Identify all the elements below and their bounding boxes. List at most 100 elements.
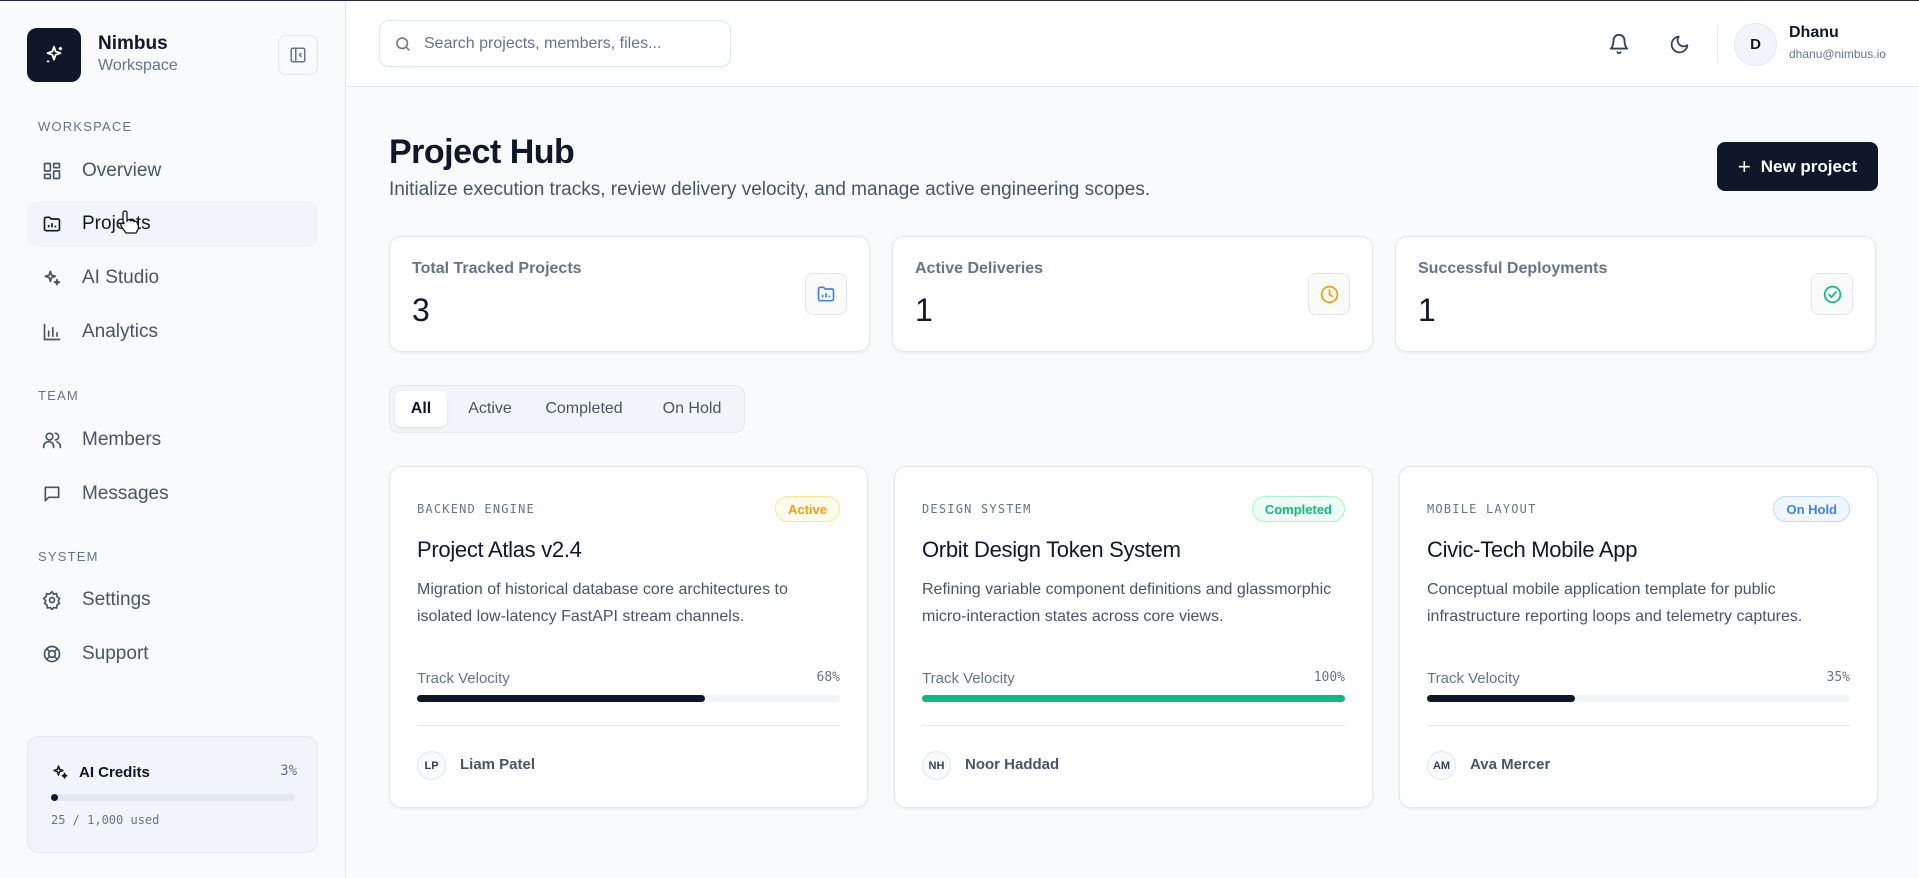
topbar: D Dhanu dhanu@nimbus.io [347,1,1919,87]
stat-card-successful-deployments: Successful Deployments 1 [1395,236,1876,352]
sidebar-item-settings[interactable]: Settings [27,577,318,623]
sidebar-item-label: Settings [82,589,151,610]
credits-percent: 3% [280,763,297,779]
project-category: DESIGN SYSTEM [922,502,1032,516]
project-title: Orbit Design Token System [922,537,1181,562]
velocity-progress [417,695,840,702]
velocity-percent: 100% [1313,670,1345,685]
tab-on-hold[interactable]: On Hold [644,391,740,427]
status-badge: Completed [1251,496,1345,522]
sidebar-item-label: Members [82,429,162,450]
stat-label: Successful Deployments [1418,260,1608,277]
velocity-progress [1427,695,1850,702]
message-icon [41,483,63,505]
sidebar-item-label: Overview [82,160,162,181]
page-title: Project Hub [389,133,575,171]
sidebar-item-overview[interactable]: Overview [27,148,318,194]
velocity-label: Track Velocity [1427,670,1520,687]
sidebar-item-analytics[interactable]: Analytics [27,309,318,355]
owner-avatar: LP [417,751,446,780]
sidebar-item-messages[interactable]: Messages [27,471,318,517]
user-email: dhanu@nimbus.io [1789,47,1886,61]
user-name[interactable]: Dhanu [1789,24,1839,42]
stat-card-active-deliveries: Active Deliveries 1 [892,236,1373,352]
owner-name: Noor Haddad [965,756,1060,773]
card-divider [922,725,1345,726]
owner-name: Ava Mercer [1470,756,1551,773]
stat-label: Total Tracked Projects [412,260,582,277]
project-title: Civic-Tech Mobile App [1427,537,1638,562]
project-card[interactable]: BACKEND ENGINE Active Project Atlas v2.4… [389,466,868,808]
search-icon [396,36,410,51]
tab-active[interactable]: Active [456,391,524,427]
sidebar-item-support[interactable]: Support [27,631,318,677]
stat-label: Active Deliveries [915,260,1044,277]
tab-all[interactable]: All [395,391,447,427]
stat-value: 3 [412,292,430,328]
tab-completed[interactable]: Completed [530,391,638,427]
sidebar-item-ai-studio[interactable]: AI Studio [27,255,318,301]
project-card[interactable]: DESIGN SYSTEM Completed Orbit Design Tok… [894,466,1373,808]
status-badge: On Hold [1773,496,1850,522]
panel-left-icon [290,47,306,63]
status-badge: Active [774,496,840,522]
nav-section-team: TEAM [38,388,79,403]
credits-progress [51,794,295,801]
nav-section-workspace: WORKSPACE [38,119,133,134]
collapse-sidebar-button[interactable] [278,35,318,75]
avatar[interactable]: D [1734,23,1777,66]
sparkles-logo-icon [27,28,81,82]
project-card[interactable]: MOBILE LAYOUT On Hold Civic-Tech Mobile … [1399,466,1878,808]
new-project-button[interactable]: + New project [1717,142,1878,191]
grid-icon [41,160,63,182]
clock-icon [1308,273,1350,315]
project-category: BACKEND ENGINE [417,502,535,516]
project-category: MOBILE LAYOUT [1427,502,1537,516]
lifebuoy-icon [41,643,63,665]
gear-icon [41,589,63,611]
project-description: Conceptual mobile application template f… [1427,581,1803,625]
brand-subtitle: Workspace [98,57,178,74]
notifications-button[interactable] [1603,28,1635,60]
velocity-percent: 68% [816,670,840,685]
credits-progress-fill [51,794,59,801]
moon-icon [1670,35,1688,53]
stat-value: 1 [1418,292,1436,328]
users-icon [41,429,63,451]
sidebar-item-label: Projects [82,213,151,234]
sidebar-item-projects[interactable]: Projects [27,201,318,247]
topbar-divider [1717,25,1718,63]
credits-title: AI Credits [79,763,150,781]
sidebar-item-label: Support [82,643,149,664]
velocity-percent: 35% [1826,670,1850,685]
project-title: Project Atlas v2.4 [417,537,582,562]
owner-name: Liam Patel [460,756,536,773]
status-filter-tabs: All Active Completed On Hold [389,385,745,433]
brand-name: Nimbus [98,33,168,54]
sidebar-item-label: Analytics [82,321,159,342]
project-description: Migration of historical database core ar… [417,581,788,625]
page-subtitle: Initialize execution tracks, review deli… [389,179,1151,200]
velocity-progress-fill [417,695,705,702]
sidebar: Nimbus Workspace WORKSPACE Overview Proj… [0,1,346,878]
credits-used: 25 / 1,000 used [51,813,160,827]
velocity-progress [922,695,1345,702]
card-divider [417,725,840,726]
velocity-label: Track Velocity [417,670,510,687]
sidebar-item-label: AI Studio [82,267,160,288]
stat-value: 1 [915,292,933,328]
sidebar-item-label: Messages [82,483,169,504]
ai-credits-card: AI Credits 3% 25 / 1,000 used [27,736,318,853]
sidebar-item-members[interactable]: Members [27,417,318,463]
theme-toggle-button[interactable] [1663,28,1695,60]
mouse-cursor-icon [118,209,140,240]
bar-chart-icon [41,321,63,343]
nav-section-system: SYSTEM [38,549,99,564]
plus-icon: + [1737,153,1751,179]
brand[interactable]: Nimbus Workspace [27,28,178,82]
folder-chart-icon [41,213,63,235]
search-input[interactable] [424,34,724,53]
search-bar[interactable] [379,20,731,67]
sparkles-icon [41,267,63,289]
velocity-progress-fill [1427,695,1576,702]
